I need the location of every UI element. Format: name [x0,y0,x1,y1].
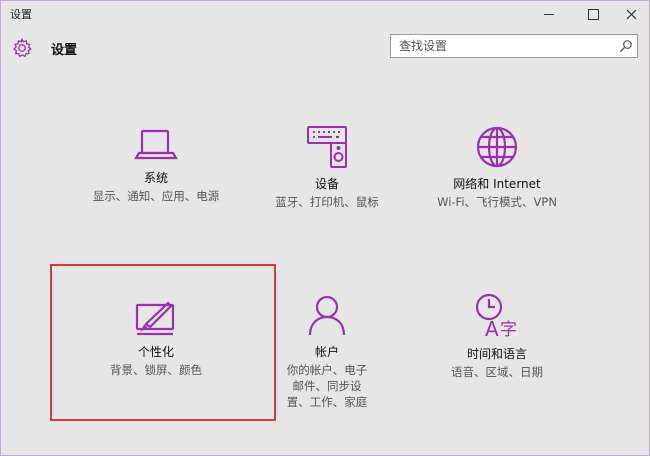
minimize-icon [544,13,554,15]
devices-icon [307,126,347,168]
maximize-button[interactable] [573,1,613,27]
tile-label: 时间和语言 [466,347,527,361]
tile-devices[interactable]: 设备 蓝牙、打印机、鼠标 [252,125,402,210]
title-bar: 设置 [1,1,649,27]
settings-header: 设置 [1,31,649,63]
svg-text:A: A [485,317,499,339]
tile-description: Wi-Fi、飞行模式、VPN [437,195,557,209]
search-box[interactable] [390,34,638,58]
tile-description: 显示、通知、应用、电源 [92,189,220,203]
tile-label: 设备 [314,177,339,191]
svg-text:字: 字 [500,320,517,339]
minimize-button[interactable] [529,1,569,27]
tile-label: 系统 [143,171,168,185]
search-icon[interactable] [619,39,633,53]
window-title: 设置 [10,8,32,21]
account-icon [308,295,346,336]
tile-label: 网络和 Internet [453,177,541,191]
tile-network[interactable]: 网络和 Internet Wi-Fi、飞行模式、VPN [422,125,572,210]
maximize-icon [587,8,599,20]
tile-description: 语音、区域、日期 [451,365,543,379]
time-language-icon: A 字 [475,293,517,339]
close-icon [626,9,636,19]
tile-time-language[interactable]: A 字 时间和语言 语音、区域、日期 [422,291,572,380]
search-input[interactable] [399,38,609,54]
tile-description: 你的帐户、电子邮件、同步设置、工作、家庭 [286,363,368,409]
laptop-icon [134,129,178,160]
highlight-box [50,264,276,421]
gear-icon [13,37,32,58]
tile-system[interactable]: 系统 显示、通知、应用、电源 [81,125,231,204]
page-title: 设置 [51,43,78,58]
tile-description: 蓝牙、打印机、鼠标 [275,195,379,209]
close-button[interactable] [611,1,650,27]
globe-icon [476,126,518,168]
